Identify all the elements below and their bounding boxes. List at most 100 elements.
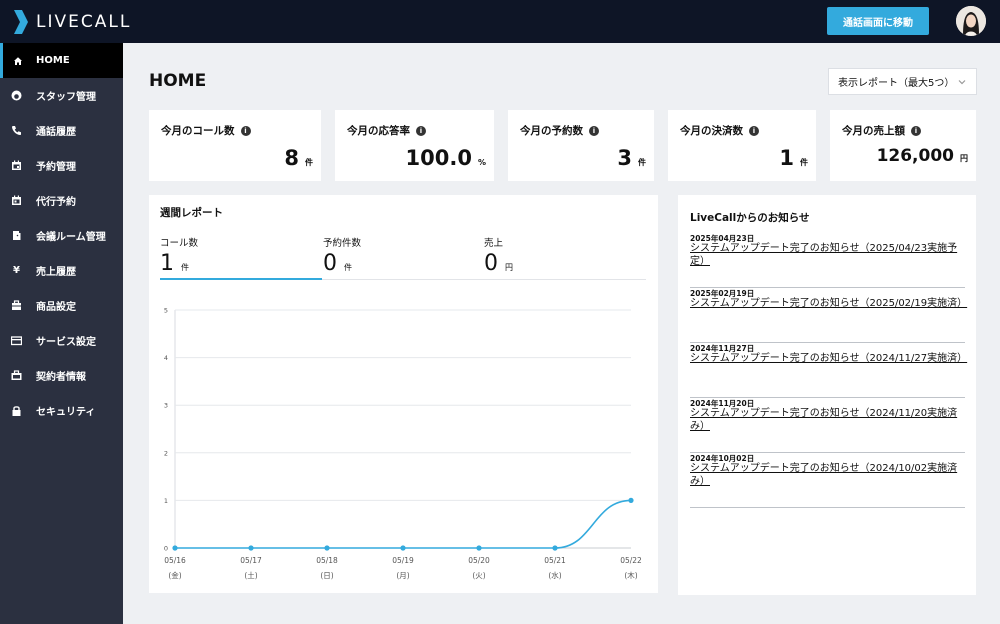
x-tick-sublabel: (木) <box>624 570 637 580</box>
news-link[interactable]: システムアップデート完了のお知らせ（2024/10/02実施済み） <box>690 462 965 488</box>
x-tick-label: 05/21 <box>544 556 566 565</box>
info-icon[interactable]: i <box>240 125 251 136</box>
sidebar-item-reservations[interactable]: 予約管理 <box>0 148 123 183</box>
livecall-logo[interactable]: LIVECALL <box>14 9 131 35</box>
sidebar-item-label: スタッフ管理 <box>36 92 96 103</box>
stat-label: 今月の応答率 <box>347 125 410 137</box>
data-point <box>476 545 482 551</box>
staff-icon <box>11 90 22 101</box>
yen-icon: ¥ <box>13 265 20 276</box>
sidebar-item-label: 会議ルーム管理 <box>36 232 106 243</box>
x-tick-label: 05/17 <box>240 556 262 565</box>
metric-label: 予約件数 <box>323 238 362 249</box>
x-tick-label: 05/19 <box>392 556 414 565</box>
sidebar-item-label: 商品設定 <box>36 302 76 313</box>
x-tick-sublabel: (金) <box>168 570 181 580</box>
sidebar-item-security[interactable]: セキュリティ <box>0 393 123 428</box>
news-item: 2025年04月23日 システムアップデート完了のお知らせ（2025/04/23… <box>690 233 965 288</box>
card-icon <box>11 335 22 346</box>
stat-value: 126,000 <box>876 146 954 166</box>
sidebar-item-label: 契約者情報 <box>36 372 86 383</box>
home-icon <box>12 55 23 66</box>
x-tick-label: 05/20 <box>468 556 490 565</box>
stat-unit: % <box>477 158 486 167</box>
sidebar-item-home[interactable]: HOME <box>0 43 123 78</box>
sidebar-item-label: 売上履歴 <box>36 267 76 278</box>
news-item: 2025年02月19日 システムアップデート完了のお知らせ（2025/02/19… <box>690 288 967 343</box>
y-tick-label: 4 <box>164 354 168 362</box>
metric-value: 0 <box>323 251 337 276</box>
weekly-chart: 0 1 2 3 4 5 05/16 (金) 05/17 (土) 05/18 (日) 05/19 (月) 05… <box>164 307 642 581</box>
x-tick-sublabel: (月) <box>396 571 409 580</box>
stat-card-payments: 今月の決済数 i 1件 <box>668 110 816 181</box>
metric-tab-reservations[interactable]: 予約件数 0件 <box>323 235 485 281</box>
go-to-call-screen-button[interactable]: 通話画面に移動 <box>827 7 929 35</box>
sidebar-item-label: 予約管理 <box>36 162 76 173</box>
stat-label: 今月のコール数 <box>161 125 235 137</box>
calendar-check-icon <box>11 195 22 206</box>
info-icon[interactable]: i <box>911 125 921 136</box>
metric-value: 1 <box>160 251 174 276</box>
metric-value: 0 <box>484 251 498 276</box>
sidebar-item-proxy-reservation[interactable]: 代行予約 <box>0 183 123 218</box>
box-icon <box>11 300 22 311</box>
data-point <box>400 545 406 551</box>
metric-active-indicator <box>160 278 322 280</box>
data-point <box>324 545 330 551</box>
news-item: 2024年11月20日 システムアップデート完了のお知らせ（2024/11/20… <box>690 398 965 453</box>
chevron-down-icon <box>958 80 966 85</box>
x-tick-label: 05/16 <box>164 556 186 565</box>
sidebar-item-service-settings[interactable]: サービス設定 <box>0 323 123 358</box>
stat-card-calls: 今月のコール数 i 8件 <box>149 110 321 181</box>
news-link[interactable]: システムアップデート完了のお知らせ（2025/02/19実施済） <box>690 297 967 310</box>
metric-unit: 円 <box>505 263 513 272</box>
metric-unit: 件 <box>181 263 189 272</box>
stat-unit: 件 <box>638 158 646 167</box>
metric-unit: 件 <box>344 263 352 272</box>
lock-icon <box>11 405 22 416</box>
stat-card-reservations: 今月の予約数 i 3件 <box>508 110 654 181</box>
sidebar-item-label: HOME <box>36 55 70 66</box>
metric-tab-sales[interactable]: 売上 0円 <box>484 235 646 281</box>
sidebar-item-contractor-info[interactable]: 契約者情報 <box>0 358 123 393</box>
logo-text: LIVECALL <box>36 12 132 32</box>
data-point <box>628 497 634 503</box>
metric-label: 売上 <box>484 238 504 249</box>
news-link[interactable]: システムアップデート完了のお知らせ（2025/04/23実施予定） <box>690 242 965 268</box>
report-select-value: 表示レポート（最大5つ） <box>838 78 955 89</box>
stat-label: 今月の決済数 <box>680 125 743 137</box>
info-icon[interactable]: i <box>589 125 599 136</box>
data-point <box>248 545 254 551</box>
user-avatar[interactable] <box>956 6 986 36</box>
news-link[interactable]: システムアップデート完了のお知らせ（2024/11/20実施済み） <box>690 407 965 433</box>
y-tick-label: 5 <box>164 307 168 315</box>
briefcase-icon <box>11 370 22 381</box>
page-title: HOME <box>149 71 207 91</box>
news-link[interactable]: システムアップデート完了のお知らせ（2024/11/27実施済） <box>690 352 967 365</box>
stat-label: 今月の売上額 <box>842 125 905 137</box>
stat-value: 8 <box>284 146 299 170</box>
y-tick-label: 3 <box>164 402 168 410</box>
sidebar-item-meeting-rooms[interactable]: 会議ルーム管理 <box>0 218 123 253</box>
stat-card-answer-rate: 今月の応答率 i 100.0% <box>335 110 494 181</box>
info-icon[interactable]: i <box>416 125 426 136</box>
report-select[interactable]: 表示レポート（最大5つ） <box>828 68 977 95</box>
news-panel: LiveCallからのお知らせ 2025年04月23日 システムアップデート完了… <box>678 195 976 595</box>
y-tick-label: 2 <box>164 449 168 457</box>
news-item: 2024年10月02日 システムアップデート完了のお知らせ（2024/10/02… <box>690 453 965 508</box>
sidebar-item-staff[interactable]: スタッフ管理 <box>0 78 123 113</box>
data-point <box>552 545 558 551</box>
sidebar-item-label: サービス設定 <box>36 337 96 348</box>
avatar-icon <box>956 6 986 36</box>
sidebar-item-product-settings[interactable]: 商品設定 <box>0 288 123 323</box>
door-icon <box>11 230 22 241</box>
metric-tab-calls[interactable]: コール数 1件 <box>160 235 322 281</box>
data-point <box>172 545 178 551</box>
y-tick-label: 0 <box>164 545 168 553</box>
logo-mark-icon <box>14 10 28 34</box>
series-line <box>175 499 632 549</box>
info-icon[interactable]: i <box>749 125 759 136</box>
sidebar-item-call-history[interactable]: 通話履歴 <box>0 113 123 148</box>
sidebar-item-sales-history[interactable]: ¥ 売上履歴 <box>0 253 123 288</box>
news-title: LiveCallからのお知らせ <box>690 212 810 224</box>
